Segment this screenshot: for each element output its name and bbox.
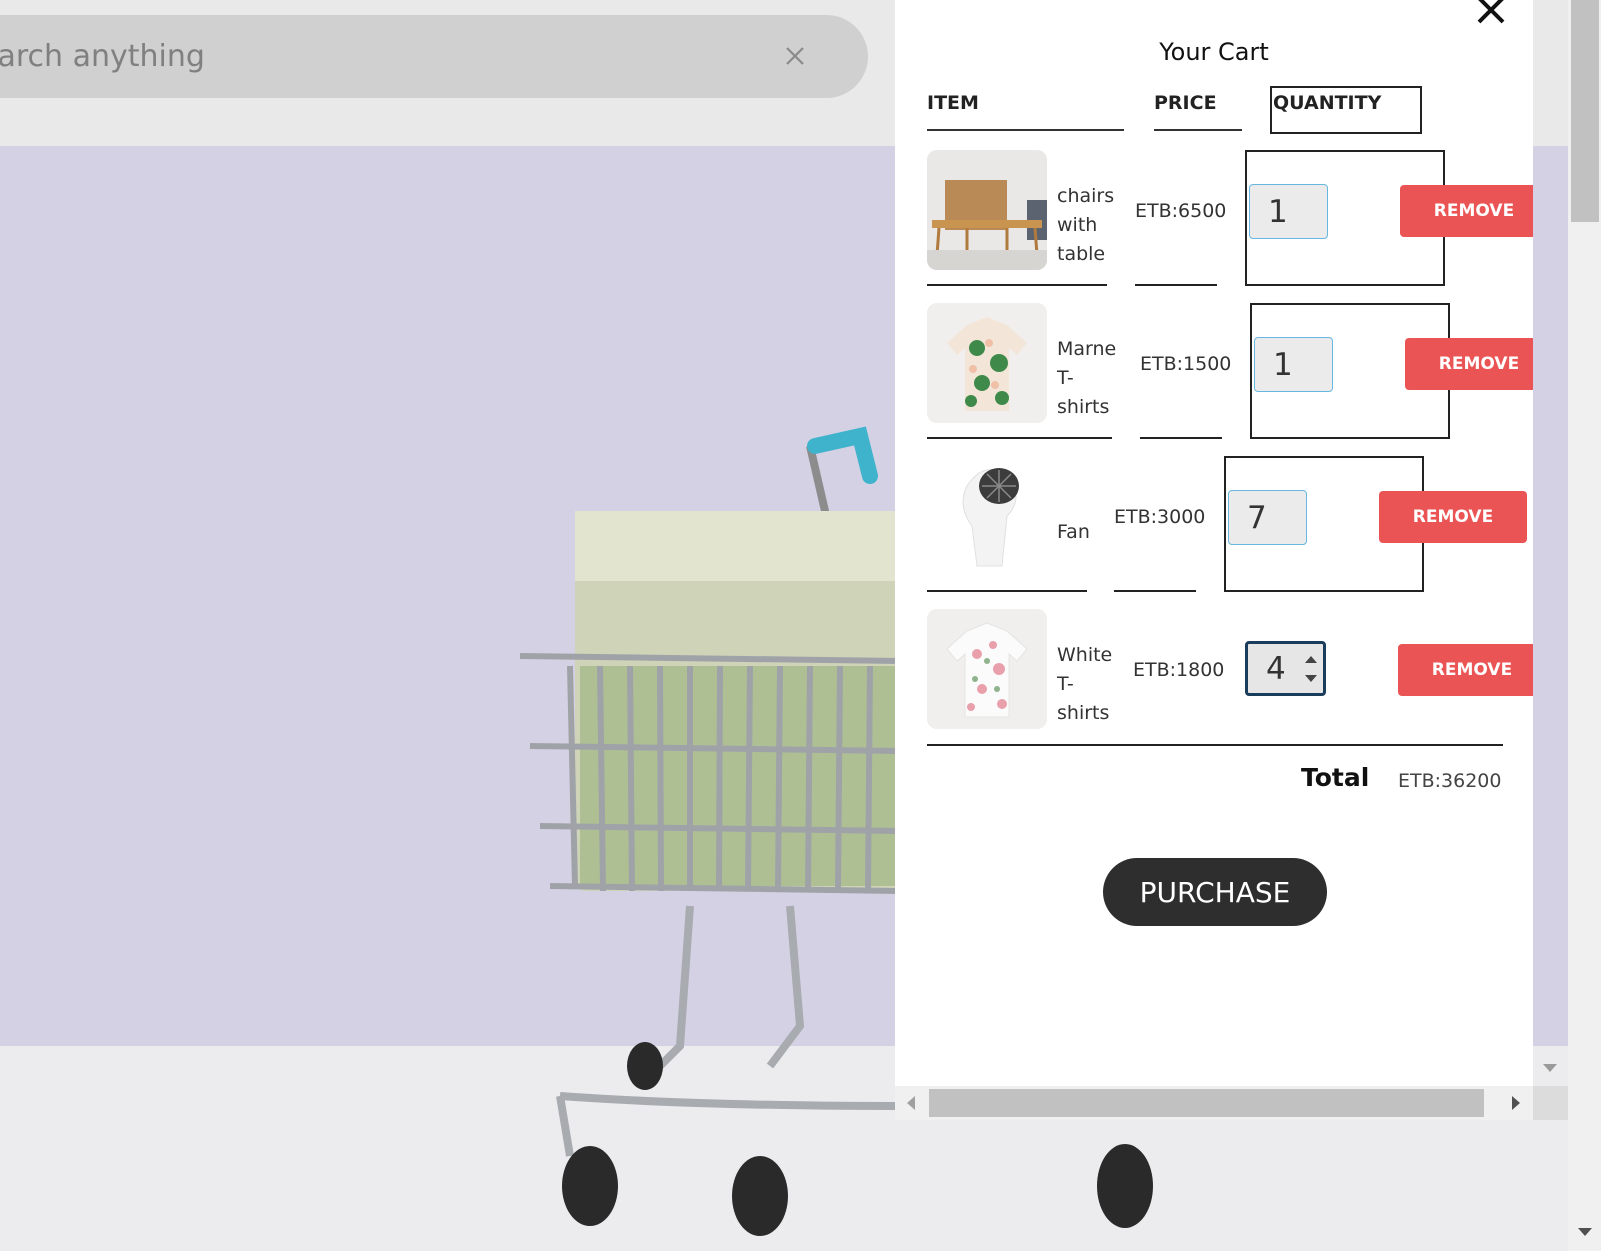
item-name: White T-shirts [1057,644,1113,724]
close-icon[interactable] [1473,0,1509,28]
item-price: ETB:1500 [1140,353,1232,375]
total-label: Total [1301,763,1370,792]
horizontal-scrollbar[interactable] [895,1086,1568,1120]
scroll-down-icon[interactable] [1542,1062,1558,1074]
remove-button[interactable]: REMOVE [1379,491,1527,543]
scroll-down-icon[interactable] [1577,1226,1593,1238]
search-clear-icon[interactable] [780,41,810,71]
remove-button[interactable]: REMOVE [1400,185,1533,237]
quantity-input[interactable] [1228,490,1307,545]
price-divider [1135,284,1217,286]
remove-button[interactable]: REMOVE [1398,644,1533,696]
cart-row: chairs with table ETB:6500 REMOVE [895,150,1533,290]
shopping-cart-illustration [519,426,900,1236]
item-name: Fan [1057,521,1090,543]
white-floral-shirt-image [927,609,1047,729]
total-divider [927,744,1503,746]
price-divider [1114,590,1196,592]
cart-title: Your Cart [1159,38,1269,66]
white-fan-image [927,456,1047,576]
scroll-corner [1533,1086,1568,1120]
quantity-input[interactable] [1254,337,1333,392]
row-divider [927,284,1107,286]
floral-shirt-image [927,303,1047,423]
scroll-left-icon[interactable] [904,1095,918,1111]
vertical-scrollbar[interactable] [1568,0,1601,1251]
cart-panel: Your Cart ITEM PRICE QUANTITY chairs wit… [895,0,1533,1120]
search-bar [0,15,868,98]
cart-row: Fan ETB:3000 REMOVE [895,456,1533,596]
item-price: ETB:3000 [1114,506,1206,528]
item-price: ETB:1800 [1133,659,1225,681]
spinner-down-icon[interactable] [1303,671,1319,691]
column-header-quantity: QUANTITY [1270,86,1422,134]
quantity-cell [1243,609,1328,696]
column-header-price: PRICE [1154,90,1242,131]
quantity-input[interactable] [1249,184,1328,239]
cart-row: White T-shirts ETB:1800 REMOVE [895,609,1533,749]
dining-table-image [927,150,1047,270]
item-name: chairs with table [1057,185,1115,265]
vertical-scroll-thumb[interactable] [1571,0,1599,222]
item-price: ETB:6500 [1135,200,1227,222]
item-name: Marne T-shirts [1057,338,1117,418]
total-value: ETB:36200 [1398,770,1502,792]
purchase-button[interactable]: PURCHASE [1103,858,1327,926]
column-header-item: ITEM [927,90,1124,131]
row-divider [927,437,1112,439]
cart-row: Marne T-shirts ETB:1500 REMOVE [895,303,1533,443]
row-divider [927,590,1087,592]
search-input[interactable] [0,15,740,98]
price-divider [1140,437,1222,439]
remove-button[interactable]: REMOVE [1405,338,1533,390]
scroll-right-icon[interactable] [1509,1095,1523,1111]
horizontal-scroll-thumb[interactable] [929,1089,1484,1117]
